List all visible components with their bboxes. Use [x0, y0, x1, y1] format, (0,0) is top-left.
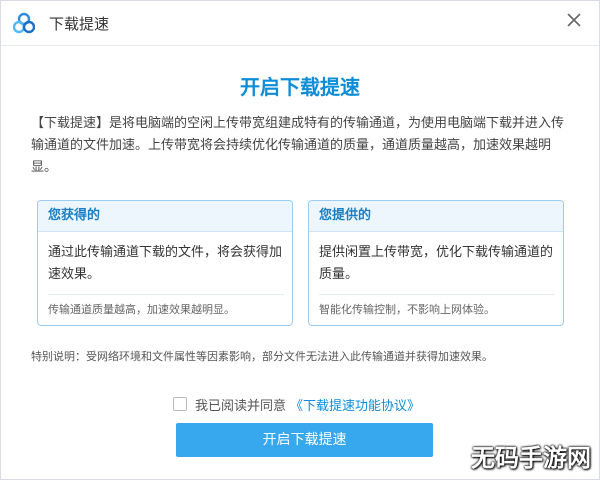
page-heading: 开启下载提速	[240, 75, 360, 99]
special-note: 特别说明：受网络环境和文件属性等因素影响，部分文件无法进入此传输通道并获得加速效…	[31, 350, 493, 363]
card-footnote: 智能化传输控制，不影响上网体验。	[319, 294, 555, 317]
agreement-link[interactable]: 《下载提速功能协议》	[290, 395, 420, 414]
benefit-card-provide: 您提供的 提供闲置上传带宽，优化下载传输通道的质量。 智能化传输控制，不影响上网…	[308, 200, 564, 326]
download-speedup-dialog: 下载提速 开启下载提速 【下载提速】是将电脑端的空闲上传带宽组建成特有的传输通道…	[0, 0, 600, 480]
close-icon[interactable]	[561, 7, 587, 33]
agreement-row: 我已阅读并同意 《下载提速功能协议》	[173, 394, 420, 414]
agreement-checkbox[interactable]	[173, 397, 187, 411]
feature-description: 【下载提速】是将电脑端的空闲上传带宽组建成特有的传输通道，为使用电脑端下载并进入…	[31, 116, 565, 175]
card-main-text: 提供闲置上传带宽，优化下载传输通道的质量。	[319, 245, 554, 282]
card-main-text: 通过此传输通道下载的文件，将会获得加速效果。	[48, 245, 283, 282]
enable-speedup-button[interactable]: 开启下载提速	[176, 423, 433, 457]
agreement-label: 我已阅读并同意	[195, 398, 287, 414]
benefit-card-gain: 您获得的 通过此传输通道下载的文件，将会获得加速效果。 传输通道质量越高，加速效…	[37, 200, 293, 326]
cloud-logo-icon	[13, 12, 35, 34]
title-bar: 下载提速	[1, 1, 599, 46]
card-footnote: 传输通道质量越高，加速效果越明显。	[48, 294, 284, 317]
card-title: 您提供的	[309, 201, 563, 232]
watermark-text: 无码手游网	[471, 444, 591, 472]
window-title: 下载提速	[49, 15, 110, 33]
card-title: 您获得的	[38, 201, 292, 232]
